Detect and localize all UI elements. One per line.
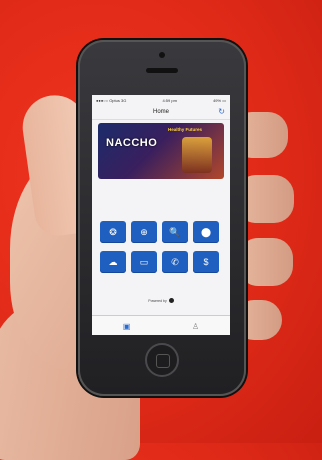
tile-button[interactable]: ☁ bbox=[100, 251, 126, 273]
nav-bar: Home bbox=[92, 105, 230, 120]
powered-label: Powered by bbox=[148, 298, 167, 303]
tile-button[interactable]: ⬤ bbox=[193, 221, 219, 243]
banner-logo: NACCHO bbox=[106, 137, 158, 149]
status-bar: ●●●○○ Optus 3G 4:59 pm 49% ▭ bbox=[92, 95, 230, 105]
battery-indicator: 49% ▭ bbox=[213, 97, 226, 103]
laptop-icon: ▭ bbox=[139, 256, 149, 267]
page-title: Home bbox=[152, 109, 169, 115]
tab-bar: ▣ ♙ bbox=[92, 315, 230, 335]
powered-by: Powered by bbox=[92, 298, 230, 303]
tile-button[interactable]: ✆ bbox=[162, 251, 188, 273]
banner-figure bbox=[182, 137, 212, 173]
phone-screen: ●●●○○ Optus 3G 4:59 pm 49% ▭ Home ↻ NACC… bbox=[92, 95, 230, 335]
tile-button[interactable]: ▭ bbox=[131, 251, 157, 273]
tile-icon: ⬤ bbox=[200, 226, 212, 237]
tile-icon: ❂ bbox=[109, 226, 117, 237]
tab-people-icon[interactable]: ♙ bbox=[192, 322, 199, 331]
home-button[interactable] bbox=[145, 343, 179, 377]
dollar-icon: $ bbox=[203, 256, 209, 267]
tab-home-icon[interactable]: ▣ bbox=[123, 322, 131, 331]
refresh-icon[interactable]: ↻ bbox=[218, 107, 225, 116]
tile-button[interactable]: 🔍 bbox=[162, 221, 188, 243]
brand-logo-icon bbox=[168, 298, 174, 303]
banner-headline: Healthy Futures bbox=[168, 127, 203, 132]
tile-button[interactable]: $ bbox=[193, 251, 219, 273]
tile-icon: ⊕ bbox=[140, 226, 148, 237]
phone-icon: ✆ bbox=[171, 256, 179, 267]
tile-button[interactable]: ⊕ bbox=[131, 221, 157, 243]
finger-ring bbox=[238, 238, 293, 286]
front-camera bbox=[159, 52, 165, 58]
tile-grid: ❂ ⊕ 🔍 ⬤ ☁ ▭ ✆ $ bbox=[100, 221, 224, 273]
earpiece-speaker bbox=[146, 68, 178, 73]
carrier-label: ●●●○○ Optus 3G bbox=[96, 97, 127, 103]
search-icon: 🔍 bbox=[169, 226, 181, 237]
tile-button[interactable]: ❂ bbox=[100, 221, 126, 243]
clock: 4:59 pm bbox=[162, 97, 177, 103]
cloud-icon: ☁ bbox=[108, 256, 118, 267]
banner-image[interactable]: NACCHO Healthy Futures bbox=[98, 123, 224, 179]
